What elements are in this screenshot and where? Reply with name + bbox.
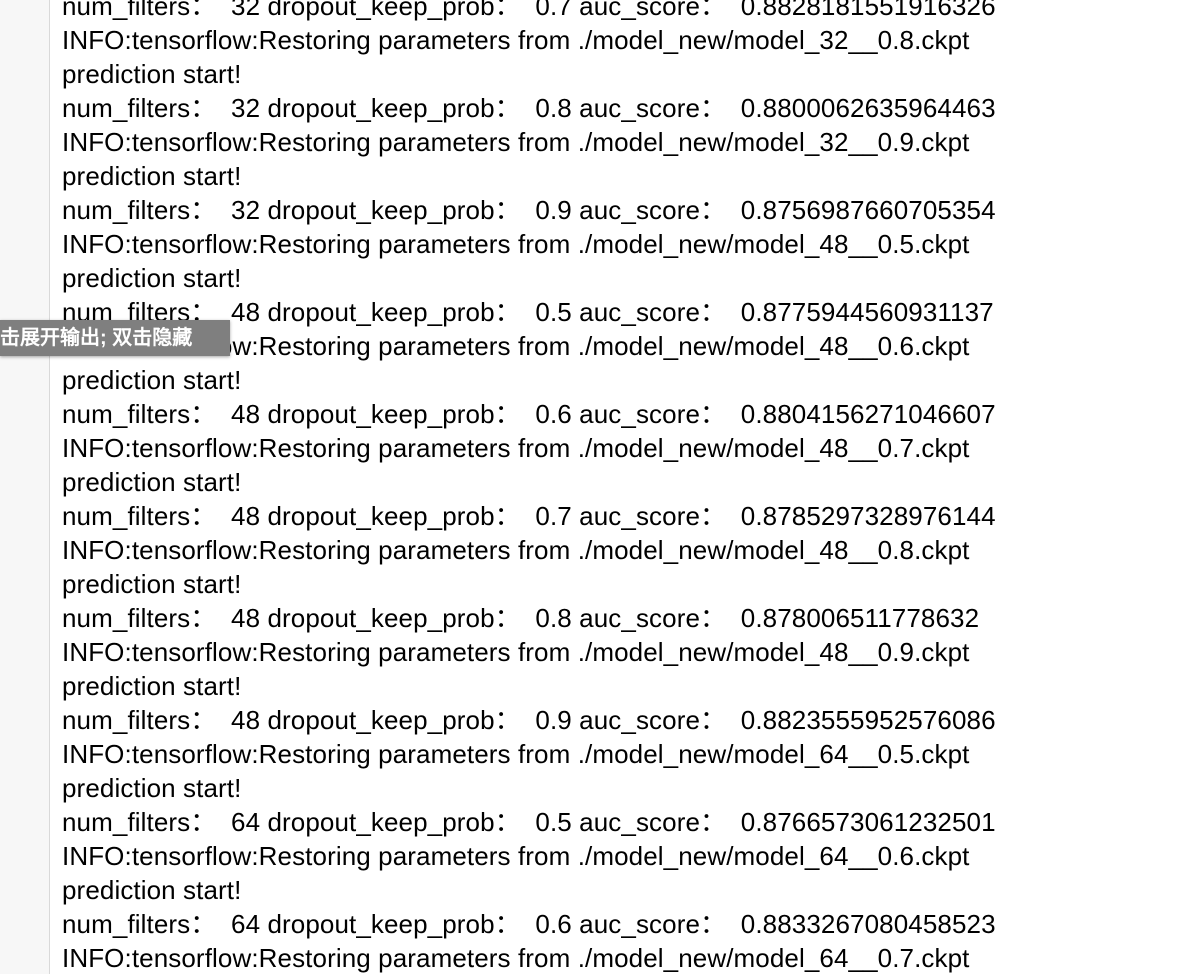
output-line: num_filters： 32 dropout_keep_prob： 0.9 a… bbox=[62, 195, 996, 225]
output-collapse-gutter[interactable] bbox=[0, 0, 50, 974]
output-line: num_filters： 64 dropout_keep_prob： 0.5 a… bbox=[62, 807, 996, 837]
output-line: prediction start! bbox=[62, 263, 242, 293]
cell-output-area: num_filters： 32 dropout_keep_prob： 0.7 a… bbox=[62, 0, 1192, 974]
output-line: num_filters： 48 dropout_keep_prob： 0.8 a… bbox=[62, 603, 980, 633]
output-line: INFO:tensorflow:Restoring parameters fro… bbox=[62, 637, 970, 667]
output-line: INFO:tensorflow:Restoring parameters fro… bbox=[62, 535, 970, 565]
output-line: prediction start! bbox=[62, 773, 242, 803]
output-line: prediction start! bbox=[62, 365, 242, 395]
output-line: prediction start! bbox=[62, 569, 242, 599]
output-line: prediction start! bbox=[62, 59, 242, 89]
output-line: num_filters： 64 dropout_keep_prob： 0.6 a… bbox=[62, 909, 996, 939]
output-line: INFO:tensorflow:Restoring parameters fro… bbox=[62, 25, 970, 55]
output-line: prediction start! bbox=[62, 467, 242, 497]
output-line: INFO:tensorflow:Restoring parameters fro… bbox=[62, 331, 970, 361]
output-line: INFO:tensorflow:Restoring parameters fro… bbox=[62, 127, 970, 157]
output-line: prediction start! bbox=[62, 875, 242, 905]
output-line: prediction start! bbox=[62, 161, 242, 191]
output-line: INFO:tensorflow:Restoring parameters fro… bbox=[62, 943, 970, 973]
output-line: prediction start! bbox=[62, 671, 242, 701]
output-line: num_filters： 48 dropout_keep_prob： 0.6 a… bbox=[62, 399, 996, 429]
output-line: num_filters： 32 dropout_keep_prob： 0.8 a… bbox=[62, 93, 996, 123]
output-line: num_filters： 32 dropout_keep_prob： 0.7 a… bbox=[62, 0, 996, 21]
output-line: INFO:tensorflow:Restoring parameters fro… bbox=[62, 229, 970, 259]
output-line: num_filters： 48 dropout_keep_prob： 0.7 a… bbox=[62, 501, 996, 531]
output-line: num_filters： 48 dropout_keep_prob： 0.9 a… bbox=[62, 705, 996, 735]
output-line: INFO:tensorflow:Restoring parameters fro… bbox=[62, 433, 970, 463]
output-line: INFO:tensorflow:Restoring parameters fro… bbox=[62, 841, 970, 871]
output-line: INFO:tensorflow:Restoring parameters fro… bbox=[62, 739, 970, 769]
output-toggle-tooltip[interactable]: 击展开输出; 双击隐藏 bbox=[0, 320, 230, 356]
output-line: num_filters： 48 dropout_keep_prob： 0.5 a… bbox=[62, 297, 994, 327]
